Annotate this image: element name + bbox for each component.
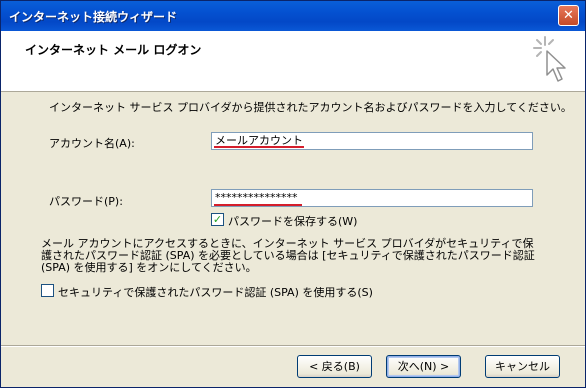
account-name-label: アカウント名(A): [49,137,135,150]
next-button[interactable]: 次へ(N) > [386,355,461,378]
spa-checkbox-label: セキュリティで保護されたパスワード認証 (SPA) を使用する(S) [58,286,373,299]
instruction-text: インターネット サービス プロバイダから提供されたアカウント名およびパスワードを… [49,101,572,114]
back-button[interactable]: < 戻る(B) [297,355,372,378]
spa-checkbox[interactable] [41,284,54,297]
save-password-checkbox[interactable]: ✓ [211,213,224,226]
spa-description: メール アカウントにアクセスするときに、インターネット サービス プロバイダがセ… [41,237,535,274]
close-button[interactable]: ✕ [558,5,579,26]
cancel-button[interactable]: キャンセル [485,355,560,378]
save-password-label: パスワードを保存する(W) [228,215,358,228]
password-underline [214,204,302,206]
account-name-underline [214,146,304,148]
checkmark-icon: ✓ [212,213,223,226]
wizard-header: インターネット メール ログオン [1,31,585,92]
page-title: インターネット メール ログオン [25,43,202,57]
wizard-window: インターネット接続ウィザード ✕ インターネット メール ログオン インターネッ… [0,0,586,388]
close-icon: ✕ [563,8,574,23]
window-title: インターネット接続ウィザード [9,10,178,24]
sparkle-cursor-icon [533,36,566,82]
footer-divider [1,345,585,347]
password-label: パスワード(P): [49,195,123,208]
title-bar[interactable]: インターネット接続ウィザード ✕ [1,1,585,31]
